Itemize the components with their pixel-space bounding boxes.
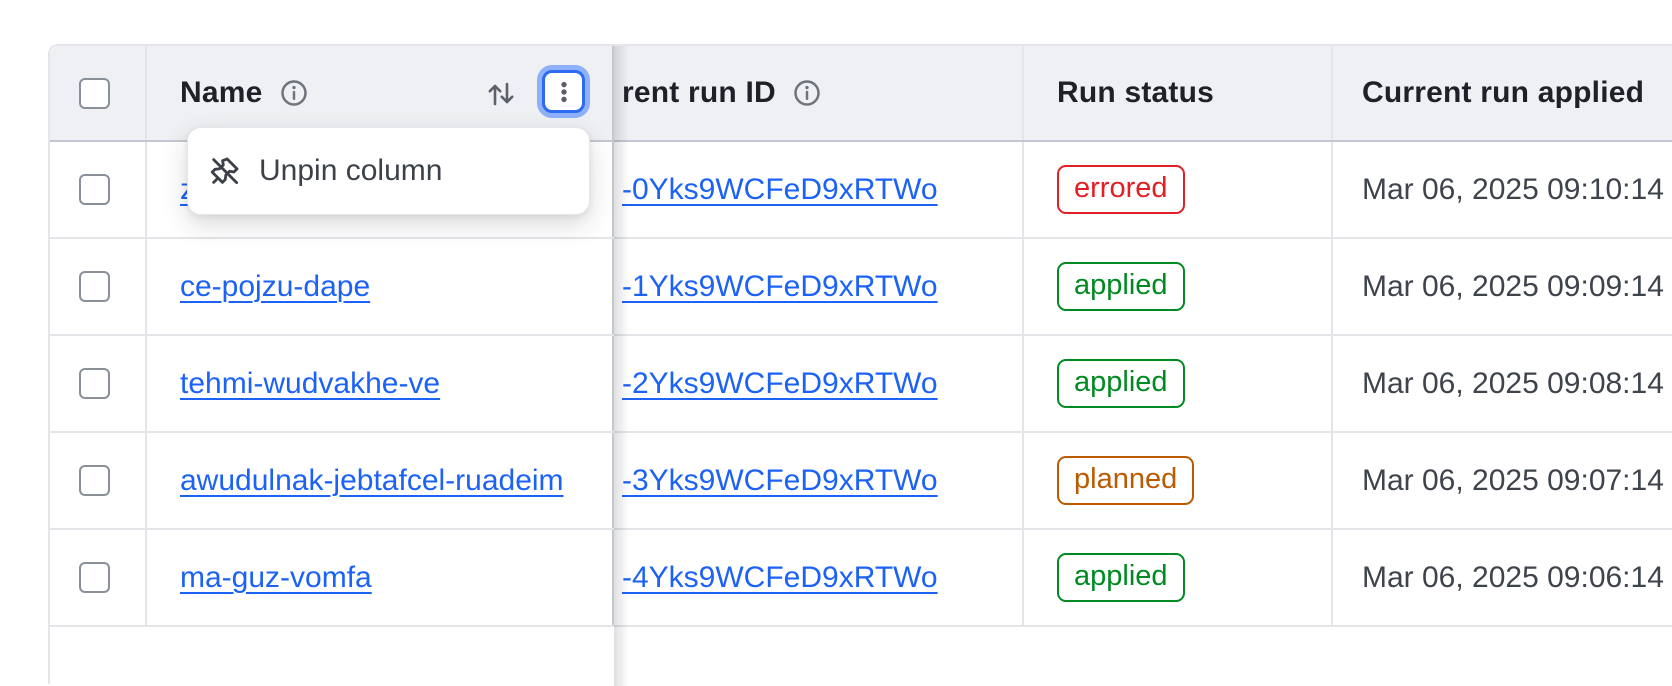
run-id-link[interactable]: -3Yks9WCFeD9xRTWo bbox=[622, 464, 938, 498]
workspace-name-link[interactable]: tehmi-wudvakhe-ve bbox=[180, 367, 440, 401]
workspace-name-link[interactable]: ma-guz-vomfa bbox=[180, 561, 372, 595]
unpin-column-menu-item[interactable]: Unpin column bbox=[208, 154, 569, 188]
workspaces-table: Name bbox=[48, 44, 1672, 684]
info-icon[interactable] bbox=[792, 78, 822, 108]
run-id-link[interactable]: -0Yks9WCFeD9xRTWo bbox=[622, 173, 938, 207]
current-run-applied-timestamp: Mar 06, 2025 09:10:14 am bbox=[1362, 173, 1672, 207]
run-id-link[interactable]: -1Yks9WCFeD9xRTWo bbox=[622, 270, 938, 304]
select-all-checkbox[interactable] bbox=[79, 78, 110, 109]
run-status-column-label: Run status bbox=[1057, 76, 1214, 110]
current-run-applied-timestamp: Mar 06, 2025 09:07:14 am bbox=[1362, 464, 1672, 498]
unpin-column-label: Unpin column bbox=[259, 154, 442, 188]
info-icon[interactable] bbox=[279, 78, 309, 108]
table-row: ce-pojzu-dape -1Yks9WCFeD9xRTWo applied … bbox=[50, 239, 1672, 336]
row-checkbox[interactable] bbox=[79, 271, 110, 302]
column-options-button[interactable] bbox=[542, 70, 585, 113]
row-checkbox[interactable] bbox=[79, 465, 110, 496]
run-status-badge: errored bbox=[1057, 165, 1185, 214]
row-checkbox[interactable] bbox=[79, 174, 110, 205]
run-status-badge: applied bbox=[1057, 553, 1185, 602]
header-run-status-cell: Run status bbox=[1024, 46, 1333, 140]
table-row: awudulnak-jebtafcel-ruadeim -3Yks9WCFeD9… bbox=[50, 433, 1672, 530]
current-run-applied-timestamp: Mar 06, 2025 09:06:14 am bbox=[1362, 561, 1672, 595]
kebab-icon bbox=[551, 79, 577, 105]
row-checkbox[interactable] bbox=[79, 368, 110, 399]
unpin-icon bbox=[208, 154, 242, 188]
run-status-badge: applied bbox=[1057, 359, 1185, 408]
current-run-applied-column-label: Current run applied bbox=[1362, 76, 1644, 110]
run-id-link[interactable]: -2Yks9WCFeD9xRTWo bbox=[622, 367, 938, 401]
run-id-column-label: rent run ID bbox=[622, 76, 776, 110]
run-status-badge: applied bbox=[1057, 262, 1185, 311]
table-row: tehmi-wudvakhe-ve -2Yks9WCFeD9xRTWo appl… bbox=[50, 336, 1672, 433]
column-options-menu: Unpin column bbox=[187, 127, 590, 215]
name-column-label: Name bbox=[180, 76, 263, 110]
row-checkbox[interactable] bbox=[79, 562, 110, 593]
current-run-applied-timestamp: Mar 06, 2025 09:08:14 am bbox=[1362, 367, 1672, 401]
table-row: ma-guz-vomfa -4Yks9WCFeD9xRTWo applied M… bbox=[50, 530, 1672, 627]
run-status-badge: planned bbox=[1057, 456, 1194, 505]
header-select-cell bbox=[50, 46, 147, 140]
header-current-run-applied-cell: Current run applied bbox=[1333, 46, 1672, 140]
workspace-name-link[interactable]: ce-pojzu-dape bbox=[180, 270, 370, 304]
header-run-id-cell: rent run ID bbox=[614, 46, 1024, 140]
current-run-applied-timestamp: Mar 06, 2025 09:09:14 am bbox=[1362, 270, 1672, 304]
run-id-link[interactable]: -4Yks9WCFeD9xRTWo bbox=[622, 561, 938, 595]
sort-icon[interactable] bbox=[485, 78, 517, 110]
workspace-name-link[interactable]: awudulnak-jebtafcel-ruadeim bbox=[180, 464, 564, 498]
header-name-cell: Name bbox=[147, 46, 614, 140]
